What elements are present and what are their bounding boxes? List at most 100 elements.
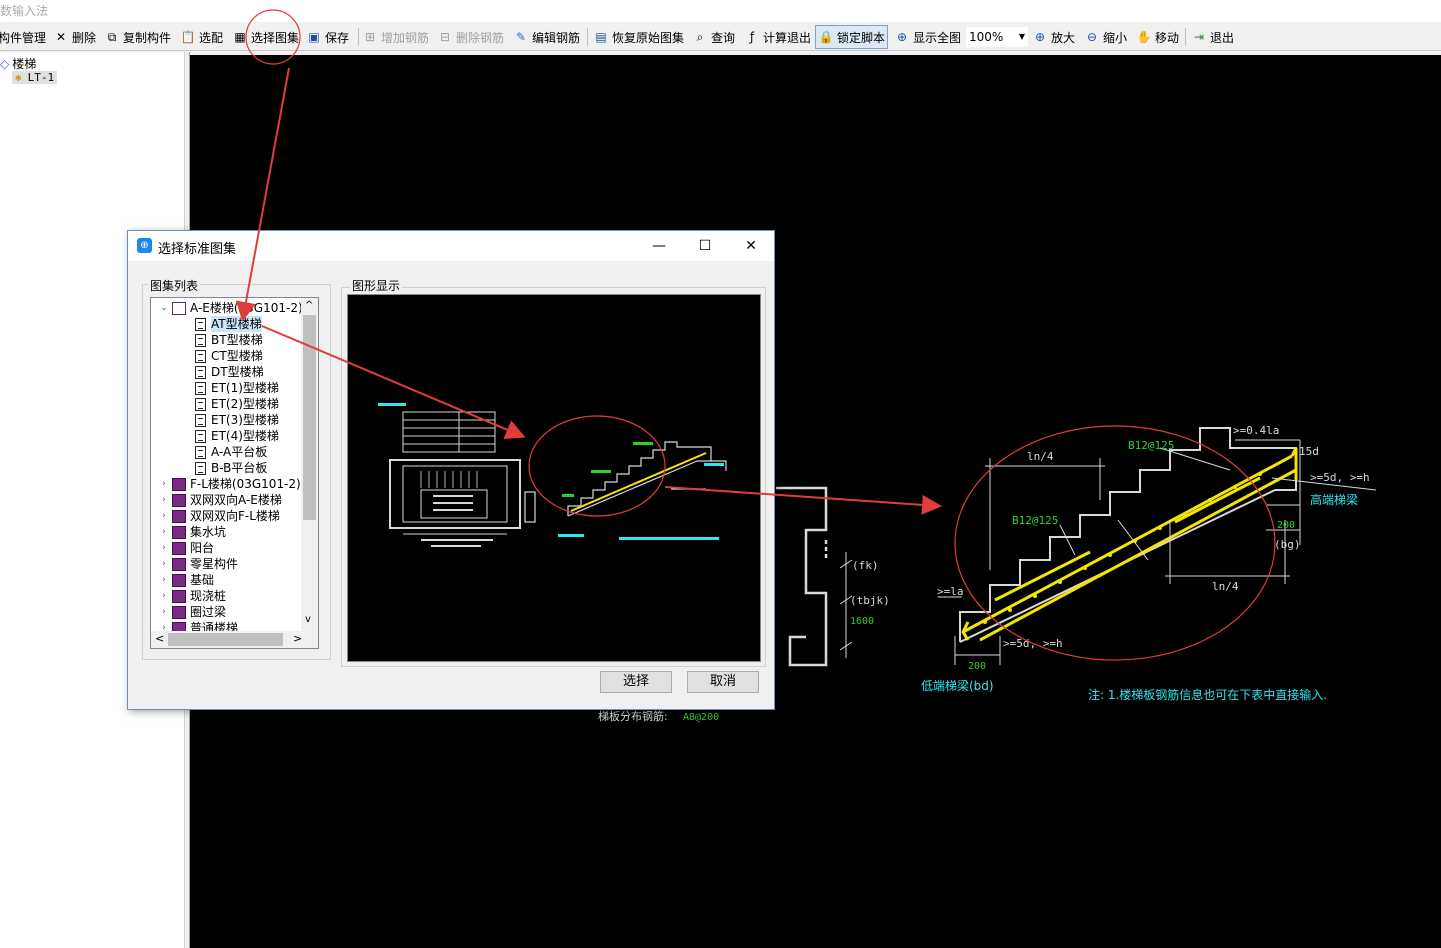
restore-atlas-button[interactable]: ▤ 恢复原始图集 [593, 25, 684, 49]
book-icon [172, 301, 186, 315]
book-icon [172, 477, 186, 491]
atlas-tree-item[interactable]: BT型楼梯 [195, 332, 263, 348]
landing-section [776, 486, 828, 667]
tree-hscroll-thumb[interactable] [168, 633, 283, 646]
atlas-tree-group[interactable]: › 双网双向A-E楼梯 [159, 492, 282, 508]
exit-button[interactable]: ⇥ 退出 [1191, 25, 1234, 49]
chevron-right-icon[interactable]: › [159, 604, 169, 620]
atlas-tree-label: 双网双向F-L楼梯 [190, 509, 280, 523]
close-button[interactable]: ✕ [740, 235, 762, 257]
label-la: >=la [937, 585, 964, 598]
chevron-right-icon[interactable]: › [159, 588, 169, 604]
atlas-tree-group[interactable]: › 圈过梁 [159, 604, 226, 620]
atlas-tree-label: 双网双向A-E楼梯 [190, 493, 282, 507]
zoom-select[interactable]: 100% ▼ [966, 27, 1028, 47]
copy-component-button[interactable]: ⧉ 复制构件 [104, 25, 171, 49]
tree-item-lt1[interactable]: ✱ LT-1 [12, 71, 58, 84]
zoom-out-button[interactable]: ⊖ 缩小 [1084, 25, 1127, 49]
atlas-tree-group[interactable]: › 阳台 [159, 540, 214, 556]
atlas-tree-item[interactable]: CT型楼梯 [195, 348, 263, 364]
atlas-tree-group[interactable]: › 集水坑 [159, 524, 226, 540]
save-button[interactable]: ▣ 保存 [306, 25, 349, 49]
atlas-tree-item[interactable]: ET(4)型楼梯 [195, 428, 279, 444]
atlas-tree[interactable]: ⌄ A-E楼梯(03G101-2) AT型楼梯 BT型楼梯 CT型楼梯 DT型楼梯 ET(1… [150, 297, 319, 649]
atlas-tree-group[interactable]: ⌄ A-E楼梯(03G101-2) [159, 300, 303, 316]
atlas-tree-group[interactable]: › 零星构件 [159, 556, 238, 572]
label-ln4-bottom: ln/4 [1212, 580, 1239, 593]
lock-script-button[interactable]: 🔒 锁定脚本 [815, 25, 889, 49]
exit-icon: ⇥ [1193, 30, 1205, 44]
document-icon [195, 365, 206, 379]
minimize-button[interactable]: — [648, 235, 670, 257]
atlas-tree-item[interactable]: DT型楼梯 [195, 364, 264, 380]
atlas-tree-group[interactable]: › 现浇桩 [159, 588, 226, 604]
label-anchor-04la: >=0.4la [1233, 424, 1279, 437]
dialog-title: 选择标准图集 [158, 242, 237, 257]
chevron-right-icon[interactable]: › [159, 540, 169, 556]
chevron-right-icon[interactable]: › [159, 508, 169, 524]
toolbar: 构件管理 ✕ 删除 ⧉ 复制构件 📋 选配 ▦ 选择图集 ▣ 保存 ⊞ 增加钢筋 ⊟ 删除钢筋… [0, 23, 1441, 51]
document-icon [195, 317, 206, 331]
select-atlas-label: 选择图集 [251, 30, 300, 45]
atlas-tree-label: ET(4)型楼梯 [211, 429, 279, 443]
component-manage-button[interactable]: 构件管理 [0, 25, 46, 49]
select-atlas-button[interactable]: ▦ 选择图集 [232, 25, 299, 49]
book-icon [172, 605, 186, 619]
chevron-right-icon[interactable]: › [159, 572, 169, 588]
match-button[interactable]: 📋 选配 [180, 25, 224, 49]
atlas-tree-item[interactable]: AT型楼梯 [195, 316, 262, 332]
atlas-tree-label: BT型楼梯 [211, 333, 263, 347]
delete-rebar-icon: ⊟ [439, 30, 451, 44]
edit-rebar-icon: ✎ [515, 30, 527, 44]
atlas-tree-label: B-B平台板 [211, 461, 268, 475]
atlas-tree-item[interactable]: ET(1)型楼梯 [195, 380, 279, 396]
zoom-value: 100% [969, 30, 1004, 44]
tree-root-stairs[interactable]: ◇ 楼梯 [0, 55, 36, 72]
atlas-tree-group[interactable]: › 基础 [159, 572, 214, 588]
book-icon [172, 525, 186, 539]
edit-rebar-button[interactable]: ✎ 编辑钢筋 [513, 25, 580, 49]
chevron-down-icon[interactable]: ⌄ [159, 300, 169, 316]
edit-rebar-label: 编辑钢筋 [532, 30, 581, 45]
query-button[interactable]: ⌕ 查询 [692, 25, 735, 49]
scroll-right-icon[interactable]: > [293, 632, 302, 645]
atlas-tree-group[interactable]: › F-L楼梯(03G101-2) [159, 476, 301, 492]
label-note: 注: 1.楼梯板钢筋信息也可在下表中直接输入. [1088, 687, 1327, 702]
chevron-right-icon[interactable]: › [159, 492, 169, 508]
calc-exit-button[interactable]: ƒ 计算退出 [744, 25, 811, 49]
cancel-button[interactable]: 取消 [687, 671, 759, 693]
delete-rebar-button[interactable]: ⊟ 删除钢筋 [437, 25, 504, 49]
tree-vscroll-thumb[interactable] [303, 315, 316, 520]
label-tbjk: (tbjk) [850, 594, 890, 607]
atlas-tree-item[interactable]: B-B平台板 [195, 460, 267, 476]
chevron-right-icon[interactable]: › [159, 476, 169, 492]
zoom-in-button[interactable]: ⊕ 放大 [1032, 25, 1075, 49]
atlas-icon: ▦ [234, 30, 246, 44]
tree-vscroll[interactable]: ^ v [301, 298, 318, 632]
move-button[interactable]: ✋ 移动 [1136, 25, 1180, 49]
scroll-down-icon[interactable]: v [305, 614, 311, 625]
move-label: 移动 [1155, 30, 1180, 45]
atlas-tree-group[interactable]: › 双网双向F-L楼梯 [159, 508, 280, 524]
scroll-left-icon[interactable]: < [155, 632, 164, 645]
show-all-button[interactable]: ⊕ 显示全图 [894, 25, 961, 49]
select-button[interactable]: 选择 [600, 671, 672, 693]
atlas-tree-item[interactable]: A-A平台板 [195, 444, 267, 460]
delete-button[interactable]: ✕ 删除 [53, 25, 96, 49]
chevron-right-icon[interactable]: › [159, 524, 169, 540]
chevron-right-icon[interactable]: › [159, 556, 169, 572]
maximize-button[interactable]: ☐ [694, 235, 716, 257]
folder-icon: ◇ [0, 56, 10, 71]
add-rebar-button[interactable]: ⊞ 增加钢筋 [362, 25, 429, 49]
book-icon [172, 573, 186, 587]
copy-component-label: 复制构件 [123, 30, 172, 45]
tree-hscroll[interactable]: < > [151, 631, 318, 648]
query-label: 查询 [711, 30, 736, 45]
atlas-tree-item[interactable]: ET(3)型楼梯 [195, 412, 279, 428]
atlas-tree-label: 零星构件 [190, 557, 239, 571]
atlas-tree-item[interactable]: ET(2)型楼梯 [195, 396, 279, 412]
scroll-up-icon[interactable]: ^ [305, 300, 313, 311]
atlas-tree-label: A-E楼梯(03G101-2) [190, 301, 303, 315]
label-low-beam: 低端梯梁(bd) [921, 678, 994, 693]
restore-atlas-label: 恢复原始图集 [612, 30, 685, 45]
